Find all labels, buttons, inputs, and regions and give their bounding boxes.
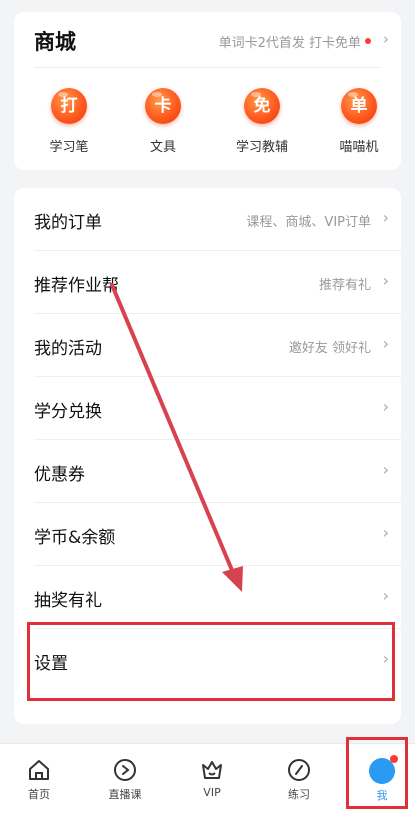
menu-item-balance[interactable]: 学币&余额 › — [14, 503, 401, 566]
mall-item-label: 文具 — [149, 140, 176, 155]
chevron-right-icon: › — [382, 460, 389, 479]
dan-badge-icon: 单 — [341, 88, 377, 124]
menu-item-value: 邀好友 领好礼 — [288, 341, 371, 356]
da-badge-icon: 打 — [51, 88, 87, 124]
menu-item-value: 课程、商城、VIP订单 — [246, 215, 371, 230]
crown-icon — [202, 761, 222, 779]
home-icon — [29, 760, 49, 780]
mall-item-pen[interactable]: 打 学习笔 — [24, 78, 114, 155]
mall-title: 商城 — [34, 30, 76, 54]
menu-item-activities[interactable]: 我的活动 邀好友 领好礼 › — [14, 314, 401, 377]
menu-item-lottery[interactable]: 抽奖有礼 › — [14, 566, 401, 629]
promo-dot-icon — [365, 38, 371, 44]
chevron-right-icon: › — [382, 586, 389, 605]
menu-item-coupons[interactable]: 优惠券 › — [14, 440, 401, 503]
chevron-right-icon: › — [382, 271, 389, 290]
mall-item-label: 喵喵机 — [339, 140, 379, 155]
play-icon — [114, 759, 136, 781]
pen-icon — [288, 759, 310, 781]
menu-item-value: 推荐有礼 — [318, 278, 371, 293]
mall-promo-text[interactable]: 单词卡2代首发 打卡免单 — [219, 32, 361, 51]
tab-home[interactable]: 首页 — [4, 744, 74, 814]
tab-label: VIP — [203, 786, 221, 799]
menu-item-label: 学币&余额 — [34, 528, 116, 548]
mian-badge-icon: 免 — [244, 88, 280, 124]
menu-item-label: 优惠券 — [34, 465, 85, 485]
chevron-right-icon: › — [382, 397, 389, 416]
chevron-right-icon: › — [383, 30, 389, 48]
menu-item-label: 抽奖有礼 — [34, 591, 102, 611]
menu-item-label: 推荐作业帮 — [34, 276, 119, 296]
ka-badge-icon: 卡 — [145, 88, 181, 124]
chevron-right-icon: › — [382, 334, 389, 353]
mall-item-books[interactable]: 免 学习教辅 — [217, 78, 307, 155]
mall-item-label: 学习教辅 — [235, 140, 288, 155]
mall-item-stationery[interactable]: 卡 文具 — [118, 78, 208, 155]
menu-item-orders[interactable]: 我的订单 课程、商城、VIP订单 › — [14, 188, 401, 251]
mall-item-label: 学习笔 — [49, 140, 89, 155]
tab-live[interactable]: 直播课 — [90, 744, 160, 814]
menu-item-label: 我的订单 — [34, 213, 102, 233]
me-highlight-box — [346, 737, 408, 809]
menu-item-label: 我的活动 — [34, 339, 102, 359]
menu-item-label: 学分兑换 — [34, 402, 102, 422]
mall-card: 商城 单词卡2代首发 打卡免单 › 打 学习笔 卡 文具 免 学习教辅 单 喵喵… — [14, 12, 401, 170]
chevron-right-icon: › — [382, 523, 389, 542]
settings-highlight-box — [27, 622, 395, 701]
tab-label: 首页 — [28, 788, 50, 801]
menu-item-credits[interactable]: 学分兑换 › — [14, 377, 401, 440]
mall-item-printer[interactable]: 单 喵喵机 — [314, 78, 404, 155]
divider — [34, 67, 381, 68]
tab-practice[interactable]: 练习 — [264, 744, 334, 814]
tab-label: 练习 — [288, 788, 310, 801]
chevron-right-icon: › — [382, 208, 389, 227]
mall-shortcuts: 打 学习笔 卡 文具 免 学习教辅 单 喵喵机 — [14, 78, 401, 164]
tab-vip[interactable]: VIP — [177, 744, 247, 814]
mall-header[interactable]: 商城 单词卡2代首发 打卡免单 › — [14, 12, 401, 67]
tab-label: 直播课 — [108, 788, 142, 801]
menu-item-recommend[interactable]: 推荐作业帮 推荐有礼 › — [14, 251, 401, 314]
